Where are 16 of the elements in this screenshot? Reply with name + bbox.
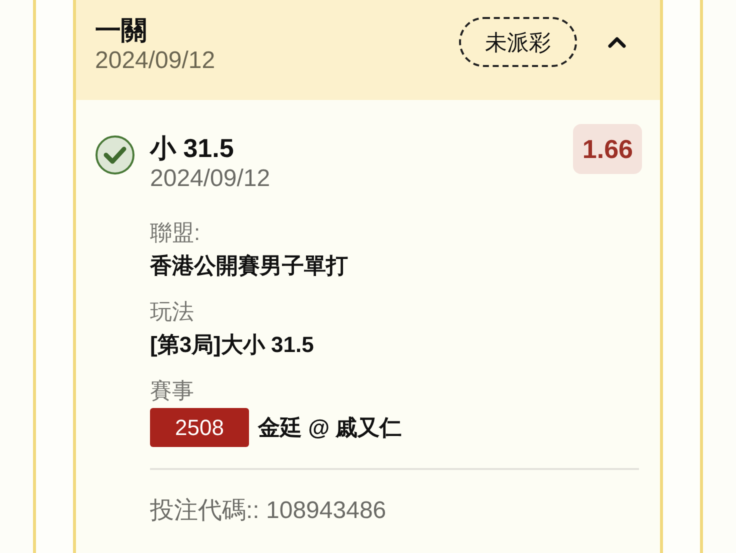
selection-date: 2024/09/12 — [150, 164, 272, 194]
card-header[interactable]: 一關 2024/09/12 未派彩 — [76, 0, 660, 100]
field-value: [第3局]大小 31.5 — [150, 331, 314, 359]
field-value: 香港公開賽男子單打 — [150, 252, 348, 280]
field-label: 賽事 — [150, 377, 195, 405]
bet-code: 投注代碼:: 108943486 — [150, 496, 388, 526]
odds-badge: 1.66 — [573, 124, 642, 174]
field-value: 金廷 @ 戚又仁 — [258, 414, 402, 442]
field-label: 玩法 — [150, 298, 195, 326]
bet-type-title: 一關 — [95, 14, 148, 46]
bet-date: 2024/09/12 — [95, 46, 216, 76]
field-label: 聯盟: — [150, 219, 202, 247]
status-badge: 未派彩 — [459, 17, 577, 67]
chevron-up-icon[interactable] — [607, 35, 627, 49]
selection-title: 小 31.5 — [150, 132, 235, 164]
match-number-badge: 2508 — [150, 408, 249, 447]
